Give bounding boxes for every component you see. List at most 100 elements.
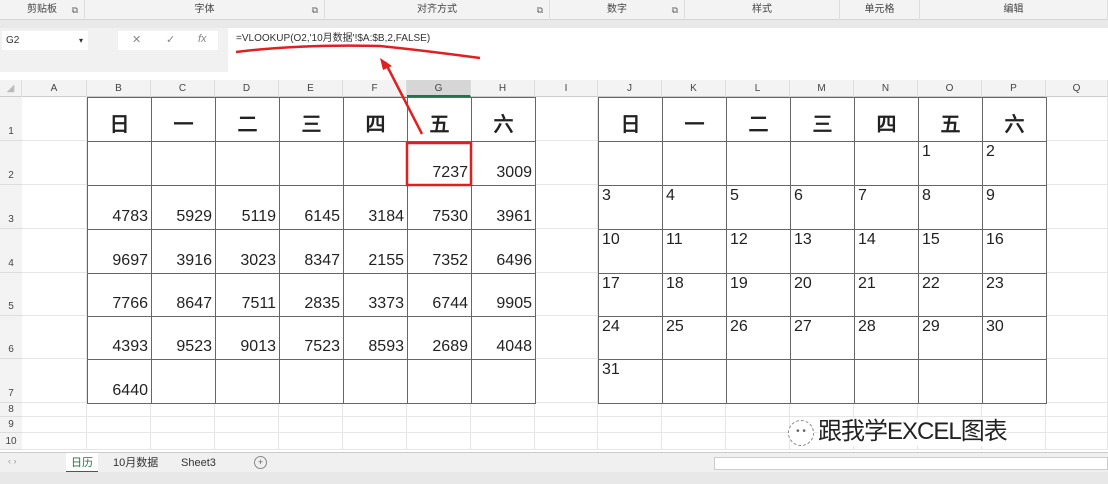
data-cell[interactable]: 3184 (343, 185, 408, 230)
data-cell[interactable]: 6496 (471, 229, 536, 274)
calendar-day[interactable]: 23 (982, 273, 1047, 317)
data-cell[interactable]: 3009 (471, 141, 536, 186)
data-cell[interactable]: 8593 (343, 316, 408, 360)
data-cell[interactable]: 9523 (151, 316, 216, 360)
data-cell[interactable]: 5929 (151, 185, 216, 230)
data-cell[interactable] (151, 141, 216, 186)
calendar-day[interactable]: 8 (918, 185, 983, 230)
dialog-launcher-icon[interactable]: ⧉ (312, 0, 318, 20)
column-header-D[interactable]: D (215, 80, 279, 97)
data-cell[interactable] (87, 141, 152, 186)
tab-scroll-icon[interactable]: ‹ › (8, 456, 17, 466)
row-header-7[interactable]: 7 (0, 359, 22, 403)
sheet-tab[interactable]: 10月数据 (108, 453, 163, 473)
select-all-corner[interactable]: ◢ (0, 80, 22, 97)
cell[interactable] (87, 417, 151, 433)
calendar-day[interactable]: 22 (918, 273, 983, 317)
calendar-day[interactable]: 25 (662, 316, 727, 360)
cell[interactable] (22, 97, 87, 141)
data-cell[interactable] (151, 359, 216, 404)
cell[interactable] (215, 417, 279, 433)
cell[interactable] (22, 185, 87, 229)
row-header-5[interactable]: 5 (0, 273, 22, 316)
calendar-day[interactable]: 13 (790, 229, 855, 274)
data-cell[interactable]: 3023 (215, 229, 280, 274)
data-cell[interactable]: 7352 (407, 229, 472, 274)
row-header-6[interactable]: 6 (0, 316, 22, 359)
cell[interactable] (1046, 185, 1108, 229)
column-header-F[interactable]: F (343, 80, 407, 97)
row-header-2[interactable]: 2 (0, 141, 22, 185)
column-header-P[interactable]: P (982, 80, 1046, 97)
calendar-day[interactable]: 16 (982, 229, 1047, 274)
horizontal-scrollbar[interactable] (714, 457, 1108, 470)
data-cell[interactable]: 2835 (279, 273, 344, 317)
cell[interactable] (407, 433, 471, 450)
data-cell[interactable]: 9013 (215, 316, 280, 360)
cell[interactable] (1046, 229, 1108, 273)
calendar-day[interactable]: 24 (598, 316, 663, 360)
cell[interactable] (215, 433, 279, 450)
calendar-day[interactable] (854, 141, 919, 186)
cell[interactable] (87, 403, 151, 417)
add-sheet-icon[interactable]: + (254, 456, 267, 469)
column-header-N[interactable]: N (854, 80, 918, 97)
calendar-day[interactable] (662, 359, 727, 404)
dialog-launcher-icon[interactable]: ⧉ (672, 0, 678, 20)
cell[interactable] (407, 417, 471, 433)
insert-function-icon[interactable]: fx (198, 33, 207, 45)
calendar-day[interactable] (982, 359, 1047, 404)
column-header-M[interactable]: M (790, 80, 854, 97)
cell[interactable] (1046, 433, 1108, 450)
cell[interactable] (726, 403, 790, 417)
column-header-B[interactable]: B (87, 80, 151, 97)
data-cell[interactable]: 3916 (151, 229, 216, 274)
data-cell[interactable] (279, 359, 344, 404)
cell[interactable] (1046, 141, 1108, 185)
cell[interactable] (535, 316, 598, 359)
cell[interactable] (215, 403, 279, 417)
cell[interactable] (407, 403, 471, 417)
calendar-day[interactable]: 26 (726, 316, 791, 360)
calendar-day[interactable]: 6 (790, 185, 855, 230)
calendar-day[interactable]: 4 (662, 185, 727, 230)
data-cell[interactable]: 6145 (279, 185, 344, 230)
row-header-9[interactable]: 9 (0, 417, 22, 433)
sheet-tab[interactable]: Sheet3 (176, 453, 221, 473)
data-cell[interactable]: 4393 (87, 316, 152, 360)
data-cell[interactable] (215, 359, 280, 404)
cell[interactable] (535, 97, 598, 141)
name-box[interactable]: G2 ▾ (2, 31, 88, 50)
calendar-day[interactable]: 31 (598, 359, 663, 404)
cell[interactable] (471, 403, 535, 417)
cell[interactable] (854, 403, 918, 417)
calendar-day[interactable]: 10 (598, 229, 663, 274)
cell[interactable] (726, 433, 790, 450)
cell[interactable] (598, 417, 662, 433)
cell[interactable] (598, 433, 662, 450)
data-cell[interactable]: 3961 (471, 185, 536, 230)
row-header-10[interactable]: 10 (0, 433, 22, 450)
cell[interactable] (535, 141, 598, 185)
data-cell[interactable]: 6440 (87, 359, 152, 404)
data-cell[interactable]: 7766 (87, 273, 152, 317)
cell[interactable] (535, 359, 598, 403)
data-cell[interactable]: 7237 (407, 141, 472, 186)
cell[interactable] (918, 403, 982, 417)
calendar-day[interactable]: 30 (982, 316, 1047, 360)
cancel-icon[interactable]: ✕ (132, 33, 141, 46)
row-header-3[interactable]: 3 (0, 185, 22, 229)
data-cell[interactable]: 3373 (343, 273, 408, 317)
calendar-day[interactable]: 1 (918, 141, 983, 186)
chevron-down-icon[interactable]: ▾ (79, 31, 83, 50)
row-header-8[interactable]: 8 (0, 403, 22, 417)
sheet-tab[interactable]: 日历 (66, 453, 98, 473)
cell[interactable] (662, 433, 726, 450)
data-cell[interactable]: 4048 (471, 316, 536, 360)
calendar-day[interactable]: 19 (726, 273, 791, 317)
row-header-1[interactable]: 1 (0, 97, 22, 141)
cell[interactable] (22, 359, 87, 403)
dialog-launcher-icon[interactable]: ⧉ (72, 0, 78, 20)
calendar-day[interactable]: 2 (982, 141, 1047, 186)
cell[interactable] (22, 273, 87, 316)
